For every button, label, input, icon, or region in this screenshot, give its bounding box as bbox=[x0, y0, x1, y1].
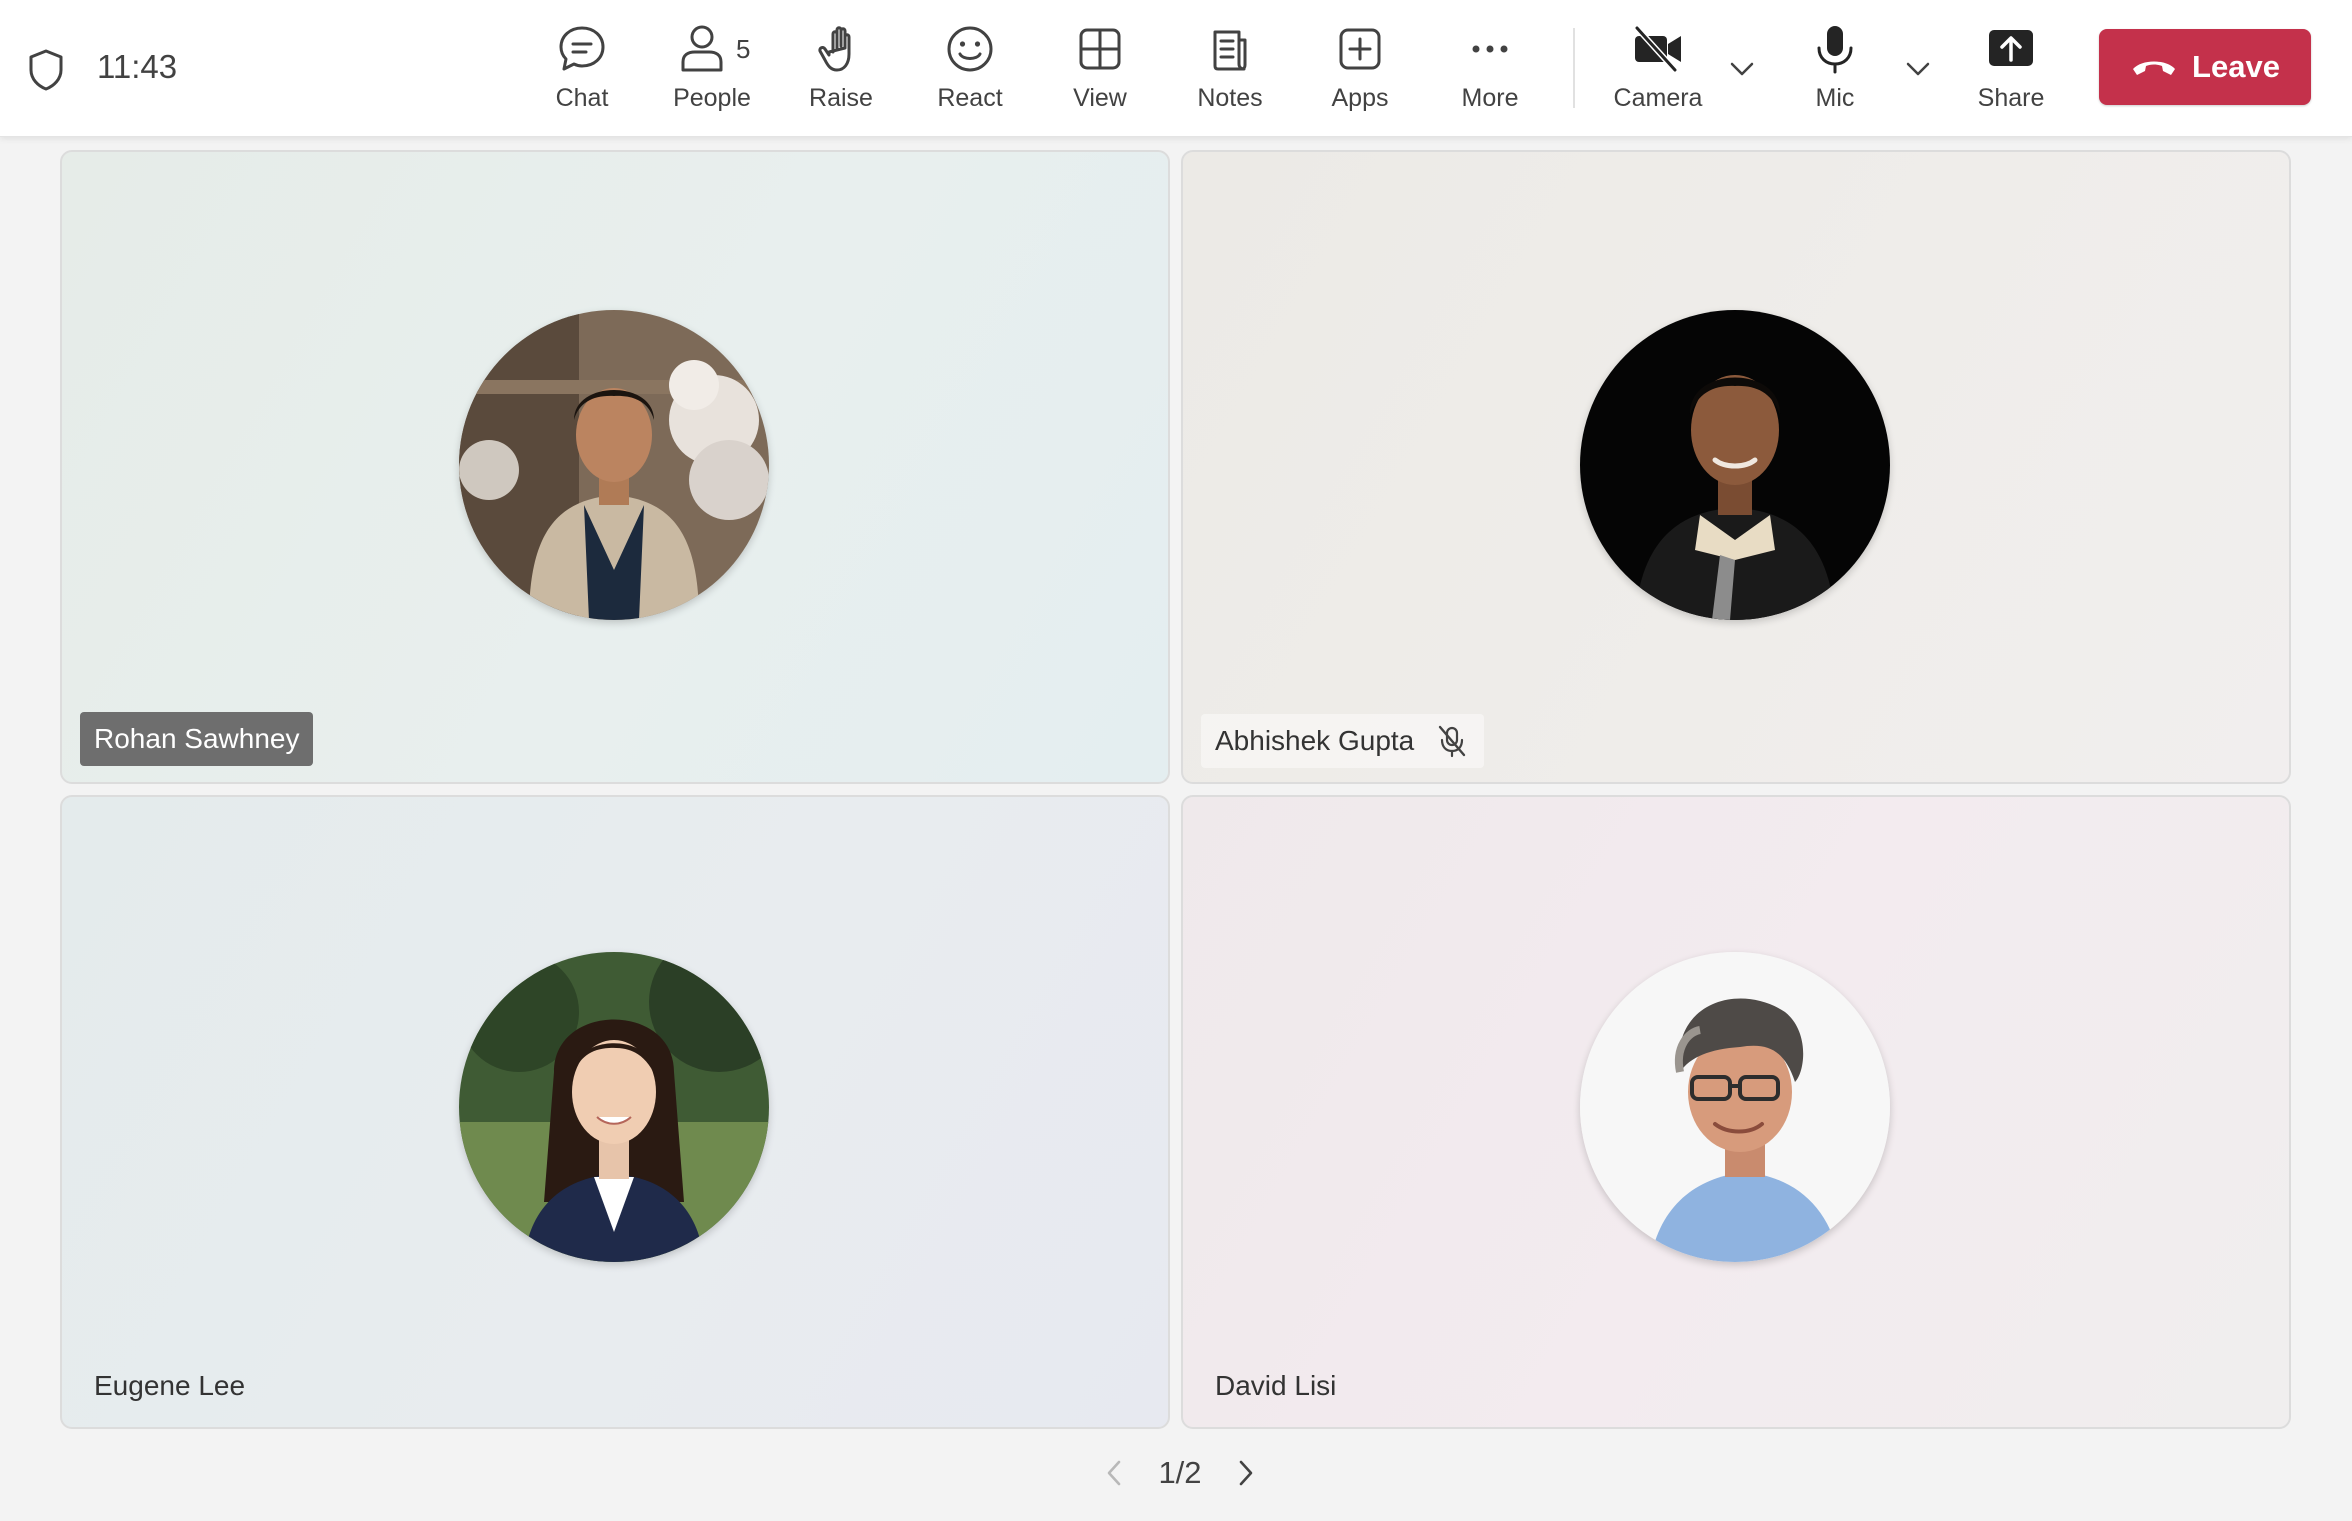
participant-tile[interactable]: Rohan Sawhney bbox=[60, 150, 1170, 784]
people-count-badge: 5 bbox=[736, 34, 751, 64]
leave-button[interactable]: Leave bbox=[2099, 29, 2311, 105]
mic-label: Mic bbox=[1815, 84, 1855, 112]
mic-muted-icon bbox=[1439, 725, 1466, 758]
avatar-photo bbox=[459, 310, 769, 620]
notes-button[interactable]: Notes bbox=[1170, 22, 1290, 122]
view-label: View bbox=[1073, 84, 1127, 112]
share-screen-icon bbox=[1989, 30, 2033, 66]
chat-label: Chat bbox=[555, 84, 609, 112]
camera-button[interactable]: Camera bbox=[1598, 22, 1718, 122]
share-button[interactable]: Share bbox=[1951, 22, 2071, 122]
view-button[interactable]: View bbox=[1040, 22, 1160, 122]
microphone-icon bbox=[1817, 26, 1853, 74]
notes-icon bbox=[1213, 30, 1247, 71]
meeting-timer: 11:43 bbox=[97, 48, 178, 85]
camera-options-chevron-icon[interactable] bbox=[1725, 52, 1759, 86]
apps-label: Apps bbox=[1331, 84, 1389, 112]
apps-button[interactable]: Apps bbox=[1300, 22, 1420, 122]
smiley-icon bbox=[947, 26, 993, 72]
mic-options-chevron-icon[interactable] bbox=[1901, 52, 1935, 86]
toolbar-divider bbox=[1573, 28, 1575, 108]
participant-name-tag: Abhishek Gupta bbox=[1201, 714, 1485, 768]
raise-hand-button[interactable]: Raise bbox=[781, 22, 901, 122]
hang-up-icon bbox=[2133, 61, 2176, 75]
mic-button[interactable]: Mic bbox=[1775, 22, 1895, 122]
participant-name-tag: Rohan Sawhney bbox=[80, 712, 314, 766]
avatar-photo bbox=[1580, 310, 1890, 620]
participant-name-tag: David Lisi bbox=[1201, 1359, 1350, 1413]
avatar-photo bbox=[459, 952, 769, 1262]
camera-off-icon bbox=[1634, 25, 1681, 73]
share-label: Share bbox=[1977, 84, 2045, 112]
avatar-photo bbox=[1580, 952, 1890, 1262]
avatar bbox=[459, 310, 769, 620]
participant-tile[interactable]: Abhishek Gupta bbox=[1181, 150, 2291, 784]
avatar bbox=[459, 952, 769, 1262]
participant-name-tag: Eugene Lee bbox=[80, 1359, 259, 1413]
meeting-toolbar: 11:43 Chat 5 People Raise React View Not… bbox=[0, 0, 2352, 137]
more-label: More bbox=[1461, 84, 1519, 112]
people-label: People bbox=[673, 84, 751, 112]
previous-page-icon[interactable] bbox=[1100, 1455, 1128, 1491]
raise-label: Raise bbox=[809, 84, 873, 112]
participant-name: Eugene Lee bbox=[94, 1370, 246, 1401]
leave-label: Leave bbox=[2192, 49, 2280, 84]
react-button[interactable]: React bbox=[910, 22, 1030, 122]
participant-tile[interactable]: Eugene Lee bbox=[60, 795, 1170, 1429]
chat-icon bbox=[559, 26, 605, 71]
grid-view-icon bbox=[1079, 28, 1121, 70]
camera-label: Camera bbox=[1613, 84, 1703, 112]
people-button[interactable]: 5 People bbox=[652, 22, 772, 122]
gallery-pager: 1/2 bbox=[1100, 1448, 1260, 1498]
participant-tile[interactable]: David Lisi bbox=[1181, 795, 2291, 1429]
raise-hand-icon bbox=[818, 26, 851, 72]
notes-label: Notes bbox=[1197, 84, 1263, 112]
page-indicator: 1/2 bbox=[1158, 1455, 1202, 1490]
next-page-icon[interactable] bbox=[1232, 1455, 1260, 1491]
more-button[interactable]: More bbox=[1430, 22, 1550, 122]
participant-name: David Lisi bbox=[1215, 1370, 1337, 1401]
participant-name: Rohan Sawhney bbox=[94, 723, 300, 754]
chat-button[interactable]: Chat bbox=[522, 22, 642, 122]
avatar bbox=[1580, 310, 1890, 620]
shield-icon bbox=[29, 49, 63, 91]
people-icon bbox=[681, 25, 723, 72]
add-app-icon bbox=[1339, 28, 1381, 70]
participant-name: Abhishek Gupta bbox=[1215, 725, 1415, 756]
react-label: React bbox=[937, 84, 1003, 112]
more-dots-icon bbox=[1472, 45, 1508, 53]
avatar bbox=[1580, 952, 1890, 1262]
